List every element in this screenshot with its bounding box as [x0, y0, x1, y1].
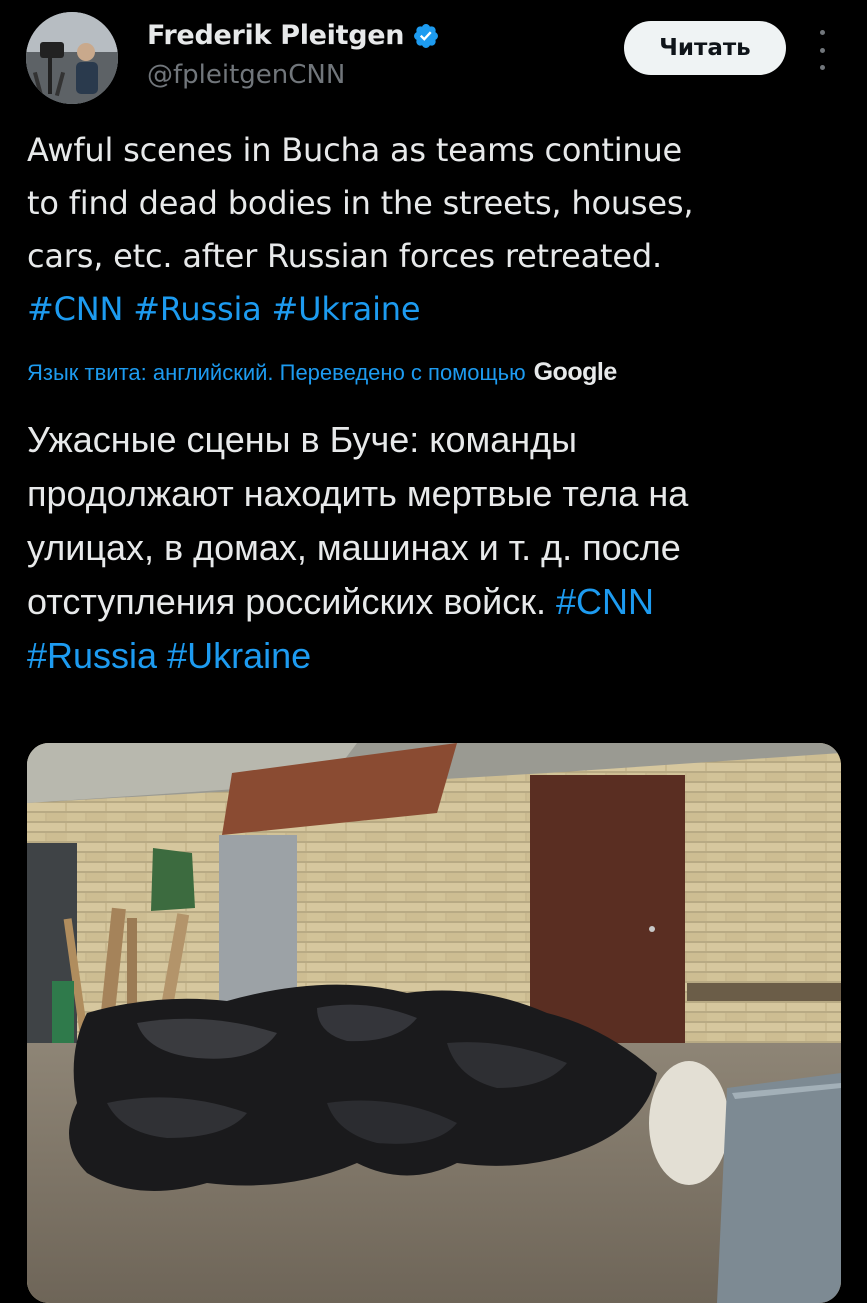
- hashtag-link[interactable]: #Russia: [133, 290, 262, 328]
- translated-text-line: Ужасные сцены в Буче: команды: [27, 419, 578, 460]
- tweet-header: Frederik Pleitgen @fpleitgenCNN Читать: [0, 0, 867, 110]
- tweet-photo[interactable]: [27, 743, 841, 1303]
- translated-text-line-with-hashtag: отступления российских войск. #CNN: [27, 575, 847, 629]
- translated-text-line: улицах, в домах, машинах и т. д. после: [27, 527, 681, 568]
- tweet-text-line: to find dead bodies in the streets, hous…: [27, 184, 694, 222]
- more-vertical-icon[interactable]: [808, 30, 836, 70]
- tweet-text-line: Awful scenes in Bucha as teams continue: [27, 131, 683, 169]
- translation-note[interactable]: Язык твита: английский. Переведено с пом…: [27, 358, 857, 387]
- hashtag-link[interactable]: #Russia: [27, 635, 157, 676]
- verified-badge-icon: [412, 22, 440, 50]
- follow-button[interactable]: Читать: [624, 21, 786, 75]
- hashtag-link[interactable]: #Ukraine: [272, 290, 421, 328]
- translated-text-line: продолжают находить мертвые тела на: [27, 473, 689, 514]
- author-avatar[interactable]: [26, 12, 118, 104]
- tweet-text-line: cars, etc. after Russian forces retreate…: [27, 237, 662, 275]
- hashtag-link[interactable]: #CNN: [556, 581, 654, 622]
- author-name-row[interactable]: Frederik Pleitgen: [147, 20, 440, 51]
- author-handle[interactable]: @fpleitgenCNN: [147, 60, 345, 90]
- author-name[interactable]: Frederik Pleitgen: [147, 20, 405, 51]
- translated-text-line: отступления российских войск.: [27, 581, 546, 622]
- translation-note-text[interactable]: Язык твита: английский. Переведено с пом…: [27, 360, 526, 386]
- hashtag-link[interactable]: #Ukraine: [167, 635, 311, 676]
- tweet-hashtags: #CNN #Russia #Ukraine: [27, 283, 847, 336]
- hashtag-link[interactable]: #CNN: [27, 290, 123, 328]
- google-logo: Google: [533, 358, 618, 386]
- translated-text: Ужасные сцены в Буче: команды продолжают…: [27, 413, 847, 683]
- translated-hashtags: #Russia #Ukraine: [27, 629, 847, 683]
- tweet-text: Awful scenes in Bucha as teams continue …: [27, 124, 847, 336]
